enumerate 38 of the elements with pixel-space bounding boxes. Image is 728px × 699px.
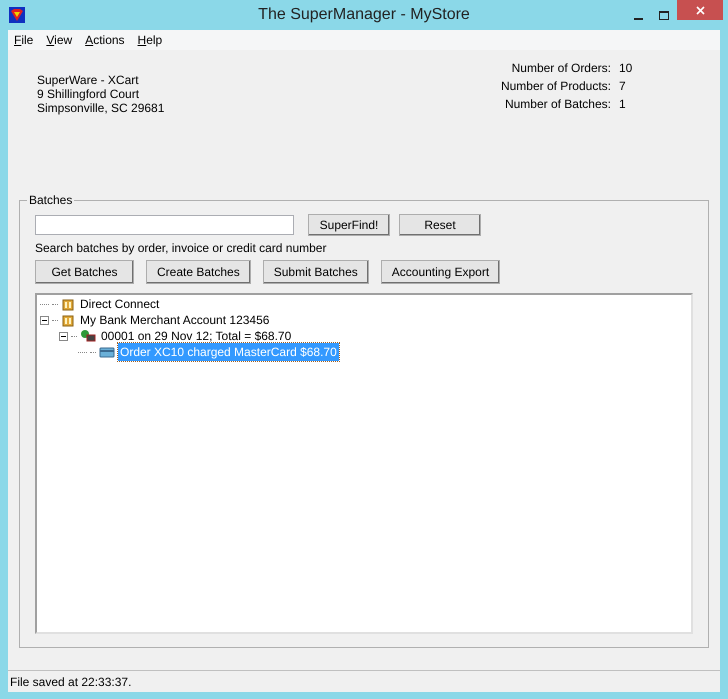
stat-value: 7 [619, 79, 627, 93]
stat-label: Number of Orders: [510, 61, 611, 75]
stat-label: Number of Batches: [504, 97, 611, 111]
stat-value: 1 [619, 97, 627, 111]
search-field[interactable] [35, 215, 294, 235]
address-line: Simpsonville, SC 29681 [37, 101, 164, 115]
address-line: SuperWare - XCart [37, 73, 140, 87]
building-icon [61, 313, 75, 327]
action-button[interactable]: Get Batches [35, 260, 134, 284]
window-title: The SuperManager - MyStore [257, 5, 471, 25]
action-button[interactable]: Create Batches [146, 260, 251, 284]
close-button[interactable] [677, 0, 723, 20]
money-icon [80, 329, 96, 343]
tree-item[interactable]: My Bank Merchant Account 123456 [78, 311, 272, 329]
building-icon [61, 297, 75, 311]
action-button[interactable]: Accounting Export [380, 260, 500, 284]
expander[interactable] [40, 316, 49, 324]
tree-item[interactable]: Direct Connect [78, 295, 162, 313]
address-line: 9 Shillingford Court [37, 87, 140, 101]
minus-icon [42, 318, 47, 322]
superfind-button[interactable]: SuperFind! [308, 214, 390, 236]
tree-item[interactable]: 00001 on 29 Nov 12; Total = $68.70 [99, 327, 294, 345]
minus-icon [61, 334, 66, 338]
search-hint: Search batches by order, invoice or credit card number [35, 241, 328, 255]
group-title: Batches [27, 193, 74, 207]
reset-button[interactable]: Reset [399, 214, 481, 236]
menu-item[interactable]: File [14, 31, 34, 49]
menu-item[interactable]: Help [138, 31, 162, 49]
menu-item[interactable]: View [46, 31, 72, 49]
status-text: File saved at 22:33:37. [10, 674, 132, 690]
stat-label: Number of Products: [500, 79, 611, 93]
stat-value: 10 [619, 61, 634, 75]
expander[interactable] [59, 332, 68, 340]
menu-item[interactable]: Actions [85, 31, 125, 49]
action-button[interactable]: Submit Batches [262, 260, 369, 284]
shield-logo-icon [9, 7, 25, 23]
credit-card-icon [99, 345, 115, 359]
close-icon [696, 6, 704, 14]
